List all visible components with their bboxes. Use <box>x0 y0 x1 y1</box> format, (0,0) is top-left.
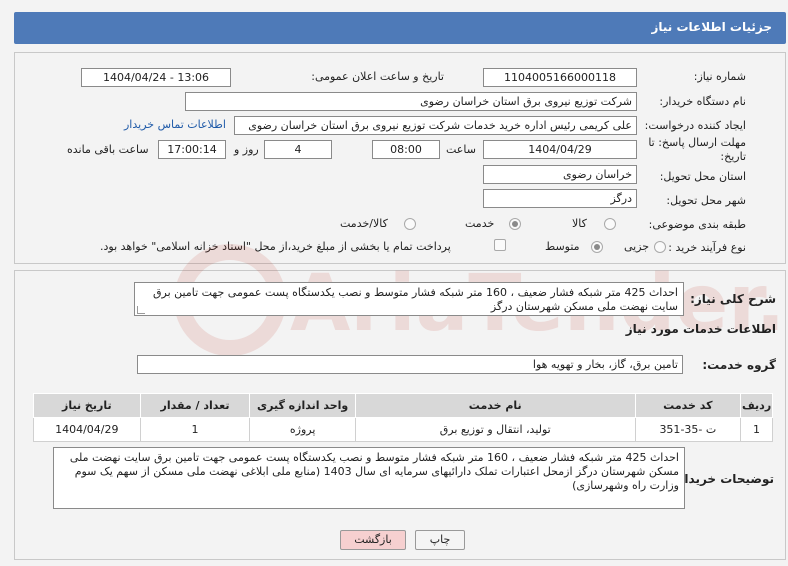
purchase-option-medium: متوسط <box>545 240 580 253</box>
delivery-city-field[interactable]: درگز <box>483 189 637 208</box>
back-button[interactable]: بازگشت <box>340 530 406 550</box>
summary-label: شرح کلی نیاز: <box>690 292 776 306</box>
delivery-province-field[interactable]: خراسان رضوی <box>483 165 637 184</box>
services-section-title: اطلاعات خدمات مورد نیاز <box>625 322 776 336</box>
deadline-time-label: ساعت <box>446 143 476 156</box>
category-label: طبقه بندی موضوعی: <box>648 218 746 231</box>
cell-unit: پروژه <box>249 417 356 442</box>
delivery-province-label: استان محل تحویل: <box>659 170 746 183</box>
treasury-checkbox[interactable] <box>494 239 506 251</box>
page-title: جزئیات اطلاعات نیاز <box>651 20 772 34</box>
requester-label: ایجاد کننده درخواست: <box>644 119 746 132</box>
col-qty-header: تعداد / مقدار <box>139 393 251 418</box>
service-group-label: گروه خدمت: <box>702 358 776 372</box>
buyer-contact-link[interactable]: اطلاعات تماس خریدار <box>124 118 226 131</box>
col-code-header: کد خدمت <box>634 393 742 418</box>
category-radio-goods-service[interactable] <box>404 218 416 230</box>
deadline-label: مهلت ارسال پاسخ: تا تاریخ: <box>648 136 746 163</box>
buyer-org-label: نام دستگاه خریدار: <box>659 95 746 108</box>
remaining-time-label: ساعت باقی مانده <box>67 143 149 156</box>
summary-text: احداث 425 متر شبکه فشار ضعیف ، 160 متر ش… <box>152 286 678 313</box>
need-number-field[interactable]: 1104005166000118 <box>483 68 637 87</box>
table-row[interactable]: 1 ت -35-351 تولید، انتقال و توزیع برق پر… <box>33 417 773 442</box>
purchase-option-minor: جزیی <box>624 240 650 253</box>
table-header-row: ردیف کد خدمت نام خدمت واحد اندازه گیری ت… <box>33 393 773 418</box>
remaining-days-label: روز و <box>234 143 259 156</box>
cell-code: ت -35-351 <box>634 417 742 442</box>
buyer-notes-text: احداث 425 متر شبکه فشار ضعیف ، 160 متر ش… <box>69 451 679 492</box>
col-date-header: تاریخ نیاز <box>33 393 141 418</box>
buyer-notes-label: توضیحات خریدار: <box>672 472 774 486</box>
cell-qty: 1 <box>139 417 251 442</box>
summary-textarea[interactable]: احداث 425 متر شبکه فشار ضعیف ، 160 متر ش… <box>134 282 684 316</box>
col-name-header: نام خدمت <box>354 393 636 418</box>
remaining-days-field: 4 <box>264 140 332 159</box>
category-option-service: خدمت <box>465 217 495 230</box>
treasury-note: پرداخت تمام یا بخشی از مبلغ خرید،از محل … <box>100 240 451 253</box>
page-header: جزئیات اطلاعات نیاز <box>14 12 786 44</box>
cell-row: 1 <box>740 417 773 442</box>
need-number-label: شماره نیاز: <box>693 70 746 83</box>
announce-datetime-label: تاریخ و ساعت اعلان عمومی: <box>311 70 444 83</box>
services-table: ردیف کد خدمت نام خدمت واحد اندازه گیری ت… <box>33 393 773 442</box>
deadline-time-field[interactable]: 08:00 <box>372 140 440 159</box>
buyer-notes-textarea[interactable]: احداث 425 متر شبکه فشار ضعیف ، 160 متر ش… <box>53 447 685 509</box>
category-option-goods-service: کالا/خدمت <box>340 217 388 230</box>
purchase-radio-minor[interactable] <box>654 241 666 253</box>
remaining-time-field: 17:00:14 <box>158 140 226 159</box>
requester-field[interactable]: علی کریمی رئیس اداره خرید خدمات شرکت توز… <box>234 116 637 135</box>
buyer-org-field[interactable]: شرکت توزیع نیروی برق استان خراسان رضوی <box>185 92 637 111</box>
purchase-type-label: نوع فرآیند خرید : <box>668 241 746 254</box>
service-group-field[interactable]: تامین برق، گاز، بخار و تهویه هوا <box>137 355 683 374</box>
category-option-goods: کالا <box>572 217 587 230</box>
announce-datetime-field[interactable]: 1404/04/24 - 13:06 <box>81 68 231 87</box>
print-button[interactable]: چاپ <box>415 530 465 550</box>
delivery-city-label: شهر محل تحویل: <box>666 194 746 207</box>
cell-date: 1404/04/29 <box>33 417 141 442</box>
category-radio-goods[interactable] <box>604 218 616 230</box>
resize-handle-icon[interactable] <box>137 306 145 314</box>
purchase-radio-medium[interactable] <box>591 241 603 253</box>
deadline-date-field[interactable]: 1404/04/29 <box>483 140 637 159</box>
col-unit-header: واحد اندازه گیری <box>249 393 356 418</box>
col-row-header: ردیف <box>740 393 773 418</box>
cell-name: تولید، انتقال و توزیع برق <box>354 417 636 442</box>
category-radio-service[interactable] <box>509 218 521 230</box>
